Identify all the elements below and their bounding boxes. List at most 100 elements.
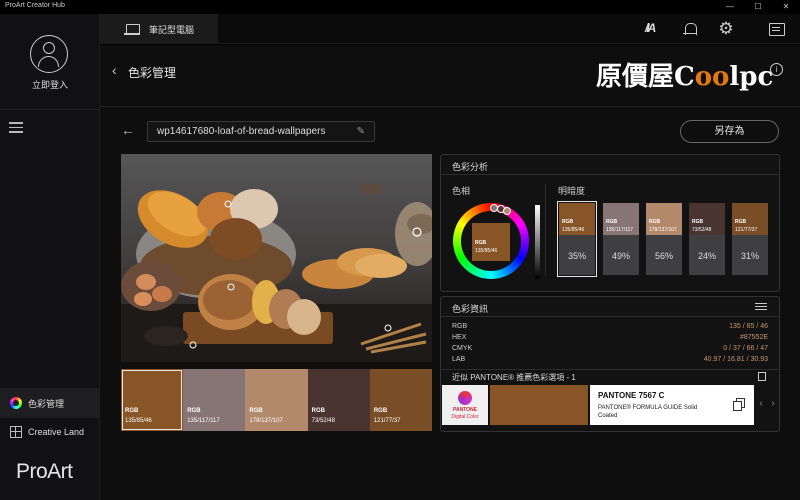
info-row-cmyk: CMYK 0 / 37 / 66 / 47 bbox=[452, 345, 768, 356]
brightness-card[interactable]: RGB 73/52/48 24% bbox=[689, 203, 725, 275]
pantone-logo: PANTONE Digital Color bbox=[442, 385, 488, 425]
brightness-card[interactable]: RGB 121/77/37 31% bbox=[732, 203, 768, 275]
save-as-button[interactable]: 另存為 bbox=[680, 120, 779, 143]
panel-title: 色彩分析 bbox=[452, 162, 489, 172]
minimize-button[interactable]: — bbox=[716, 0, 744, 14]
page-title: 色彩管理 bbox=[128, 66, 177, 80]
card-percent: 31% bbox=[740, 251, 759, 261]
hue-label: 色相 bbox=[452, 186, 471, 196]
maximize-button[interactable]: ☐ bbox=[744, 0, 772, 14]
card-title: RGB bbox=[735, 219, 747, 225]
pantone-logo-sub: Digital Color bbox=[451, 414, 479, 420]
info-label: CMYK bbox=[452, 345, 473, 352]
card-value: 121/77/37 bbox=[735, 227, 758, 233]
info-value[interactable]: 135 / 85 / 46 bbox=[729, 323, 768, 330]
card-percent: 24% bbox=[697, 251, 716, 261]
back-button[interactable]: ‹ bbox=[112, 62, 117, 78]
swatch-value: 135/85/46 bbox=[125, 418, 152, 424]
card-percent: 35% bbox=[567, 251, 586, 261]
card-value: 178/137/107 bbox=[649, 227, 677, 233]
palette-swatch[interactable]: RGB 135/85/46 bbox=[121, 369, 184, 431]
card-value: 135/117/117 bbox=[606, 227, 634, 233]
card-percent: 49% bbox=[611, 251, 630, 261]
message-icon[interactable] bbox=[767, 20, 785, 38]
info-row-lab: LAB 40.97 / 16.81 / 30.93 bbox=[452, 356, 768, 367]
pantone-prev-button[interactable]: ‹ bbox=[756, 397, 766, 411]
pencil-icon[interactable]: ✎ bbox=[357, 126, 365, 137]
palette-swatch[interactable]: RGB 121/77/37 bbox=[369, 369, 433, 431]
main-content: ‹ 色彩管理 原價屋Coolpc i ← wp14617680-loaf-of-… bbox=[100, 45, 800, 500]
pantone-guide: PANTONE® FORMULA GUIDE Solid bbox=[598, 405, 698, 411]
proart-logo: ProArt bbox=[16, 460, 73, 483]
tab-laptop[interactable]: 筆記型電腦 bbox=[100, 14, 218, 44]
palette-strip: RGB 135/85/46 RGB 135/117/117 RGB 178/13… bbox=[121, 369, 433, 431]
pantone-finish: Coated bbox=[598, 413, 618, 419]
info-value[interactable]: #87552E bbox=[740, 334, 768, 341]
card-title: RGB bbox=[606, 219, 618, 225]
brightness-card[interactable]: RGB 135/117/117 49% bbox=[603, 203, 639, 275]
avatar-icon bbox=[30, 35, 68, 73]
source-image bbox=[121, 154, 432, 362]
watermark-logo: 原價屋Coolpc bbox=[596, 62, 774, 92]
card-title: RGB bbox=[562, 219, 574, 225]
info-label: RGB bbox=[452, 323, 468, 330]
sidebar: 立即登入 色彩管理 Creative Land ProArt bbox=[0, 14, 100, 500]
card-percent: 56% bbox=[654, 251, 673, 261]
hue-marker[interactable] bbox=[503, 207, 511, 215]
bell-icon[interactable] bbox=[681, 20, 699, 38]
list-check-icon[interactable] bbox=[755, 302, 769, 312]
info-label: HEX bbox=[452, 334, 467, 341]
back-arrow-button[interactable]: ← bbox=[121, 122, 135, 138]
sidebar-item-label: Creative Land bbox=[28, 427, 85, 437]
gear-icon[interactable]: ⚙ bbox=[717, 20, 735, 38]
palette-swatch[interactable]: RGB 135/117/117 bbox=[183, 369, 246, 431]
color-analysis-panel: 色彩分析 色相 明暗度 RGB 135/85/46 RGB 135/85/46 … bbox=[440, 154, 780, 292]
info-label: LAB bbox=[452, 356, 466, 363]
laptop-icon bbox=[124, 24, 140, 35]
menu-icon[interactable] bbox=[9, 122, 23, 133]
swatch-title: RGB bbox=[373, 408, 388, 414]
pantone-swatch bbox=[490, 385, 588, 425]
brightness-label: 明暗度 bbox=[558, 186, 586, 196]
swatch-value: 178/137/107 bbox=[249, 418, 283, 424]
login-button[interactable]: 立即登入 bbox=[0, 14, 100, 110]
swatch-value: 135/117/117 bbox=[187, 418, 220, 424]
info-value[interactable]: 40.97 / 16.81 / 30.93 bbox=[704, 356, 768, 363]
swatch-value: 121/77/37 bbox=[373, 418, 401, 424]
pantone-card: PANTONE 7567 C PANTONE® FORMULA GUIDE So… bbox=[590, 385, 754, 425]
window-controls: — ☐ ✕ bbox=[716, 0, 800, 14]
hue-swatch-title: RGB bbox=[475, 240, 487, 246]
hue-swatch-value: 135/85/46 bbox=[475, 248, 498, 254]
palette-swatch[interactable]: RGB 73/52/48 bbox=[307, 369, 370, 431]
sidebar-item-label: 色彩管理 bbox=[28, 398, 65, 409]
pantone-next-button[interactable]: › bbox=[768, 397, 778, 411]
card-value: 135/85/46 bbox=[562, 227, 585, 233]
copy-pantone-icon[interactable] bbox=[733, 398, 745, 411]
info-value[interactable]: 0 / 37 / 66 / 47 bbox=[723, 345, 768, 352]
panel-title: 色彩資訊 bbox=[452, 304, 489, 314]
ia-logo[interactable]: /IA bbox=[645, 21, 663, 39]
info-row-hex: HEX #87552E bbox=[452, 334, 768, 345]
palette-swatch[interactable]: RGB 178/137/107 bbox=[245, 369, 308, 431]
grid-icon bbox=[10, 426, 22, 438]
sidebar-item-creative-land[interactable]: Creative Land bbox=[0, 417, 100, 447]
card-value: 73/52/48 bbox=[692, 227, 712, 233]
color-wheel-icon bbox=[10, 397, 22, 409]
file-name-field[interactable]: wp14617680-loaf-of-bread-wallpapers ✎ bbox=[147, 121, 375, 142]
login-label: 立即登入 bbox=[31, 80, 68, 90]
color-info-panel: 色彩資訊 RGB 135 / 85 / 46 HEX #87552E CMYK … bbox=[440, 296, 780, 432]
close-button[interactable]: ✕ bbox=[772, 0, 800, 14]
sidebar-item-color-management[interactable]: 色彩管理 bbox=[0, 388, 100, 418]
card-title: RGB bbox=[649, 219, 661, 225]
brightness-card[interactable]: RGB 178/137/107 56% bbox=[646, 203, 682, 275]
hue-swatch: RGB 135/85/46 bbox=[472, 223, 510, 261]
copy-icon[interactable] bbox=[758, 372, 766, 381]
swatch-title: RGB bbox=[187, 408, 201, 414]
swatch-title: RGB bbox=[125, 408, 139, 414]
grayscale-bar bbox=[535, 205, 540, 279]
swatch-title: RGB bbox=[311, 408, 325, 414]
info-icon[interactable]: i bbox=[770, 63, 783, 76]
swatch-value: 73/52/48 bbox=[311, 418, 335, 424]
window-title: ProArt Creator Hub bbox=[5, 2, 65, 9]
brightness-card[interactable]: RGB 135/85/46 35% bbox=[557, 201, 597, 277]
